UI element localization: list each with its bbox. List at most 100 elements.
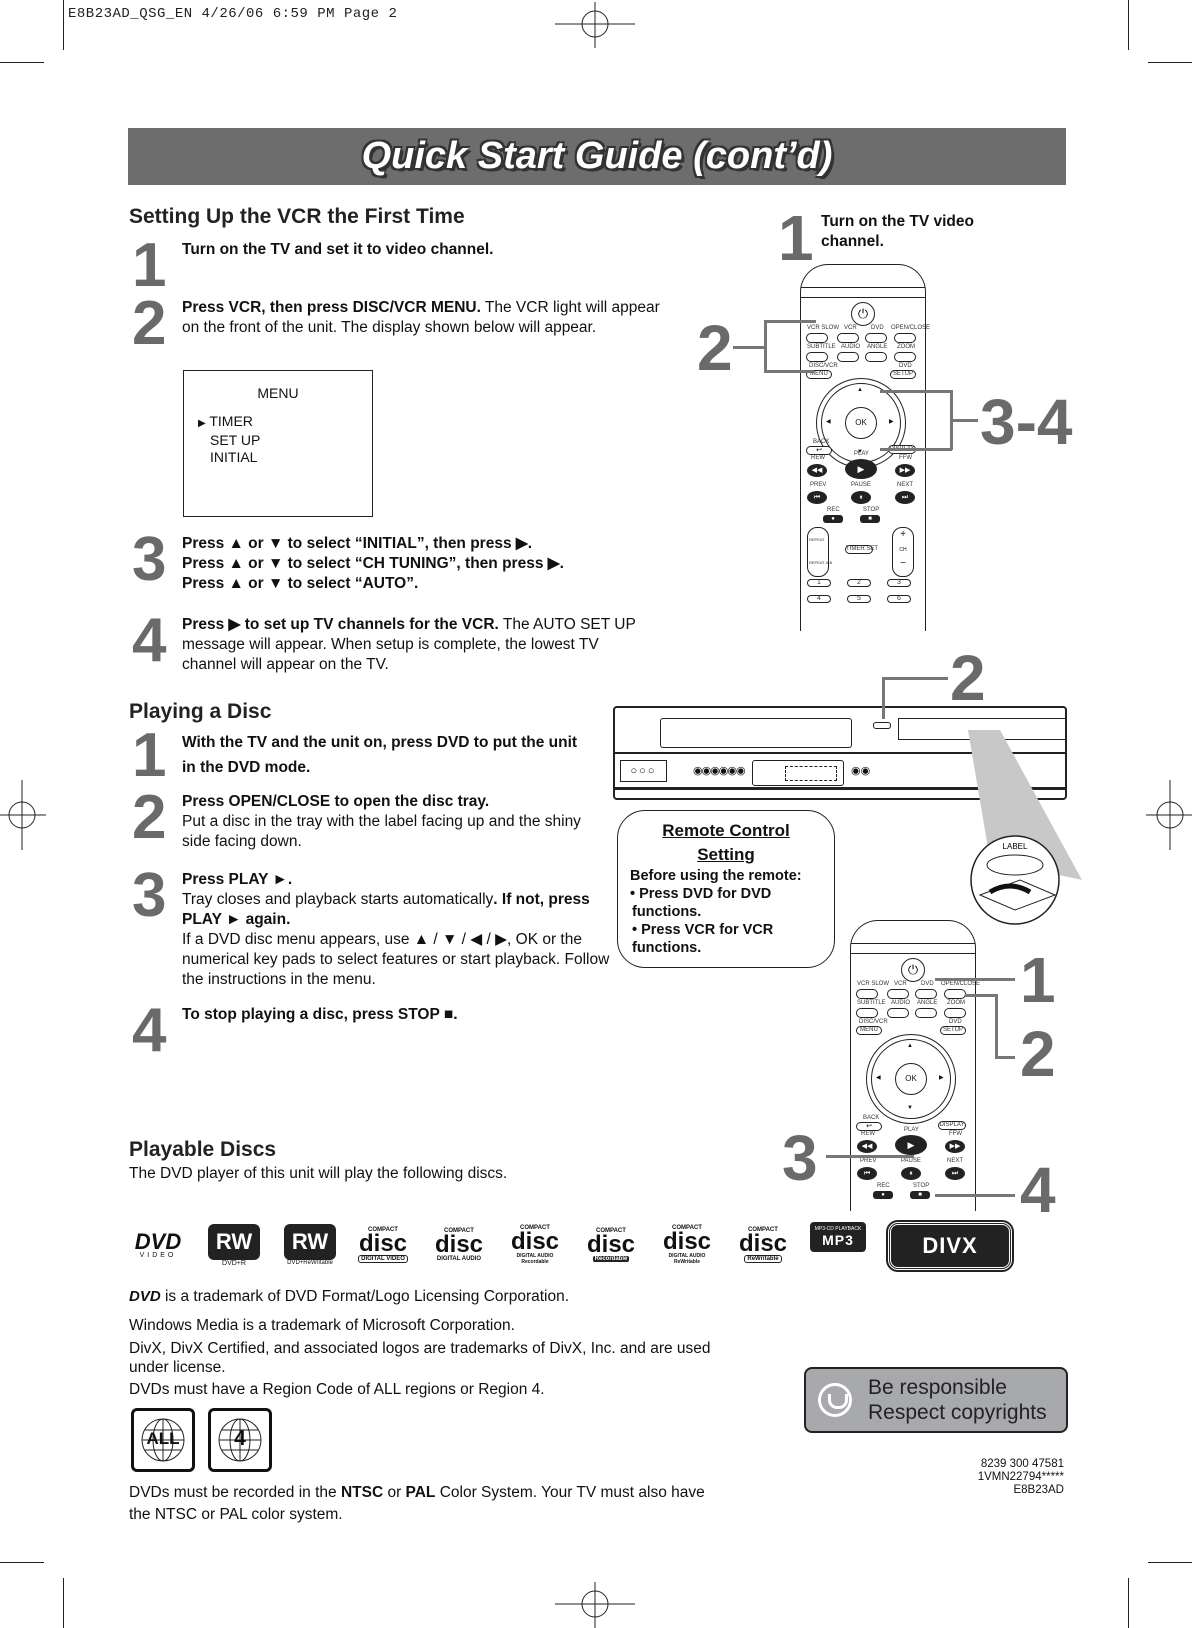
key-2[interactable]: 2 — [847, 579, 871, 587]
key-4[interactable]: 4 — [807, 595, 831, 603]
vcr-button[interactable] — [887, 989, 909, 999]
callout-line — [880, 390, 952, 393]
disc-vcr-label: DISC/VCR — [809, 363, 838, 369]
divx-trademark-text: DivX, DivX Certified, and associated log… — [129, 1340, 711, 1376]
dpad[interactable]: OK ▲ ▼ ◀ ▶ — [866, 1034, 956, 1124]
rewind-button[interactable]: ◀◀ — [807, 464, 827, 477]
up-arrow-icon[interactable]: ▲ — [857, 387, 863, 393]
crop-mark — [0, 62, 44, 63]
key-6[interactable]: 6 — [887, 595, 911, 603]
subtitle-button[interactable] — [806, 352, 828, 362]
key-1[interactable]: 1 — [807, 579, 831, 587]
prev-button[interactable]: ⏮ — [857, 1167, 877, 1180]
cd-digital-audio-logo: COMPACT disc DIGITAL AUDIO — [434, 1228, 484, 1262]
channel-buttons[interactable]: ◉◉ — [851, 764, 870, 777]
display-button[interactable]: DISPLAY — [938, 1121, 966, 1130]
disc-step-1: 1 With the TV and the unit on, press DVD… — [132, 725, 602, 787]
callout-number-2: 2 — [697, 312, 733, 384]
product-codes: 8239 300 47581 1VMN22794***** E8B23AD — [978, 1458, 1064, 1497]
callout-line — [882, 677, 885, 719]
pause-button[interactable]: ⏸ — [851, 491, 871, 504]
menu-item-timer: ▶ TIMER — [198, 413, 253, 429]
key-3[interactable]: 3 — [887, 579, 911, 587]
vcr-button[interactable] — [837, 333, 859, 343]
zoom-button[interactable] — [894, 352, 916, 362]
fast-forward-button[interactable]: ▶▶ — [895, 464, 915, 477]
fast-forward-button[interactable]: ▶▶ — [945, 1140, 965, 1153]
setup-button[interactable]: SETUP — [890, 370, 916, 379]
back-button[interactable]: ↩ — [806, 446, 832, 455]
stop-label: STOP — [863, 507, 880, 513]
power-icon[interactable]: ⏻ — [851, 302, 875, 326]
page-banner: Quick Start Guide (cont’d) — [128, 128, 1066, 185]
callout-number-3: 3 — [782, 1122, 818, 1194]
menu-button[interactable]: MENU — [856, 1026, 882, 1035]
open-close-button-unit[interactable] — [873, 722, 891, 729]
open-close-button[interactable] — [894, 333, 916, 343]
zoom-label: ZOOM — [947, 1000, 965, 1006]
audio-label: AUDIO — [891, 1000, 911, 1006]
right-arrow-icon[interactable]: ▶ — [939, 1074, 944, 1081]
vcr-label: VCR — [844, 325, 857, 331]
subtitle-label: SUBTITLE — [807, 344, 836, 350]
audio-button[interactable] — [837, 352, 859, 362]
repeat-button[interactable]: REPEAT REPEAT A-B — [807, 527, 832, 577]
up-arrow-icon[interactable]: ▲ — [907, 1043, 913, 1049]
next-label: NEXT — [947, 1158, 964, 1164]
back-button[interactable]: ↩ — [856, 1122, 882, 1131]
vcr-slow-button[interactable] — [856, 989, 878, 999]
rec-label: REC — [877, 1183, 890, 1189]
next-button[interactable]: ⏭ — [895, 491, 915, 504]
registration-mark-top — [555, 2, 635, 48]
next-label: NEXT — [897, 482, 914, 488]
down-arrow-icon[interactable]: ▼ — [907, 1105, 913, 1111]
prev-button[interactable]: ⏮ — [807, 491, 827, 504]
setup-button[interactable]: SETUP — [940, 1026, 966, 1035]
rec-button[interactable]: ● — [873, 1191, 893, 1199]
play-button[interactable]: ▶ — [845, 459, 877, 479]
stop-button[interactable]: ■ — [860, 515, 880, 523]
front-display — [752, 760, 844, 786]
stop-button[interactable]: ■ — [910, 1191, 930, 1199]
dvd-plus-r-logo: RW DVD+R — [206, 1222, 262, 1268]
left-arrow-icon[interactable]: ◀ — [826, 418, 831, 425]
angle-label: ANGLE — [867, 344, 888, 350]
ok-button[interactable]: OK — [895, 1063, 927, 1095]
callout-line — [764, 370, 814, 373]
subtitle-button[interactable] — [856, 1008, 878, 1018]
ok-button[interactable]: OK — [845, 407, 877, 439]
rewind-button[interactable]: ◀◀ — [857, 1140, 877, 1153]
step-text-bold: Press OPEN/CLOSE to open the disc tray. — [182, 793, 490, 810]
rec-button[interactable]: ● — [823, 515, 843, 523]
timer-set-button[interactable]: TIMER SET — [845, 545, 878, 554]
angle-button[interactable] — [865, 352, 887, 362]
transport-buttons[interactable]: ◉◉◉◉◉◉ — [693, 764, 746, 777]
subtitle-label: SUBTITLE — [857, 1000, 886, 1006]
left-arrow-icon[interactable]: ◀ — [876, 1074, 881, 1081]
cursor-icon: ▶ — [198, 418, 206, 429]
power-icon[interactable]: ⏻ — [901, 958, 925, 982]
play-button[interactable]: ▶ — [895, 1135, 927, 1155]
open-close-button[interactable] — [944, 989, 966, 999]
dvd-button[interactable] — [915, 989, 937, 999]
remote-control-setting-box: Remote Control Setting Before using the r… — [617, 810, 835, 968]
callout-line — [952, 419, 978, 422]
angle-button[interactable] — [915, 1008, 937, 1018]
rc-setting-bullet: • Press VCR for VCR functions. — [632, 922, 774, 956]
cd-digital-video-logo: COMPACT disc DIGITAL VIDEO — [358, 1227, 408, 1263]
copyright-smile-icon — [818, 1383, 852, 1417]
vcr-slow-button[interactable] — [806, 333, 828, 343]
ffw-label: FFW — [899, 455, 912, 461]
zoom-button[interactable] — [944, 1008, 966, 1018]
audio-button[interactable] — [887, 1008, 909, 1018]
key-5[interactable]: 5 — [847, 595, 871, 603]
open-close-label: OPEN/CLOSE — [891, 325, 931, 331]
ntsc-label: NTSC — [340, 1484, 384, 1501]
channel-rocker[interactable]: + CH − — [892, 527, 914, 577]
step-line: Press ▲ or ▼ to select “AUTO”. — [182, 575, 419, 592]
next-button[interactable]: ⏭ — [945, 1167, 965, 1180]
region-all-label: ALL — [146, 1429, 180, 1448]
pause-button[interactable]: ⏸ — [901, 1167, 921, 1180]
dvd-button[interactable] — [865, 333, 887, 343]
right-arrow-icon[interactable]: ▶ — [889, 418, 894, 425]
